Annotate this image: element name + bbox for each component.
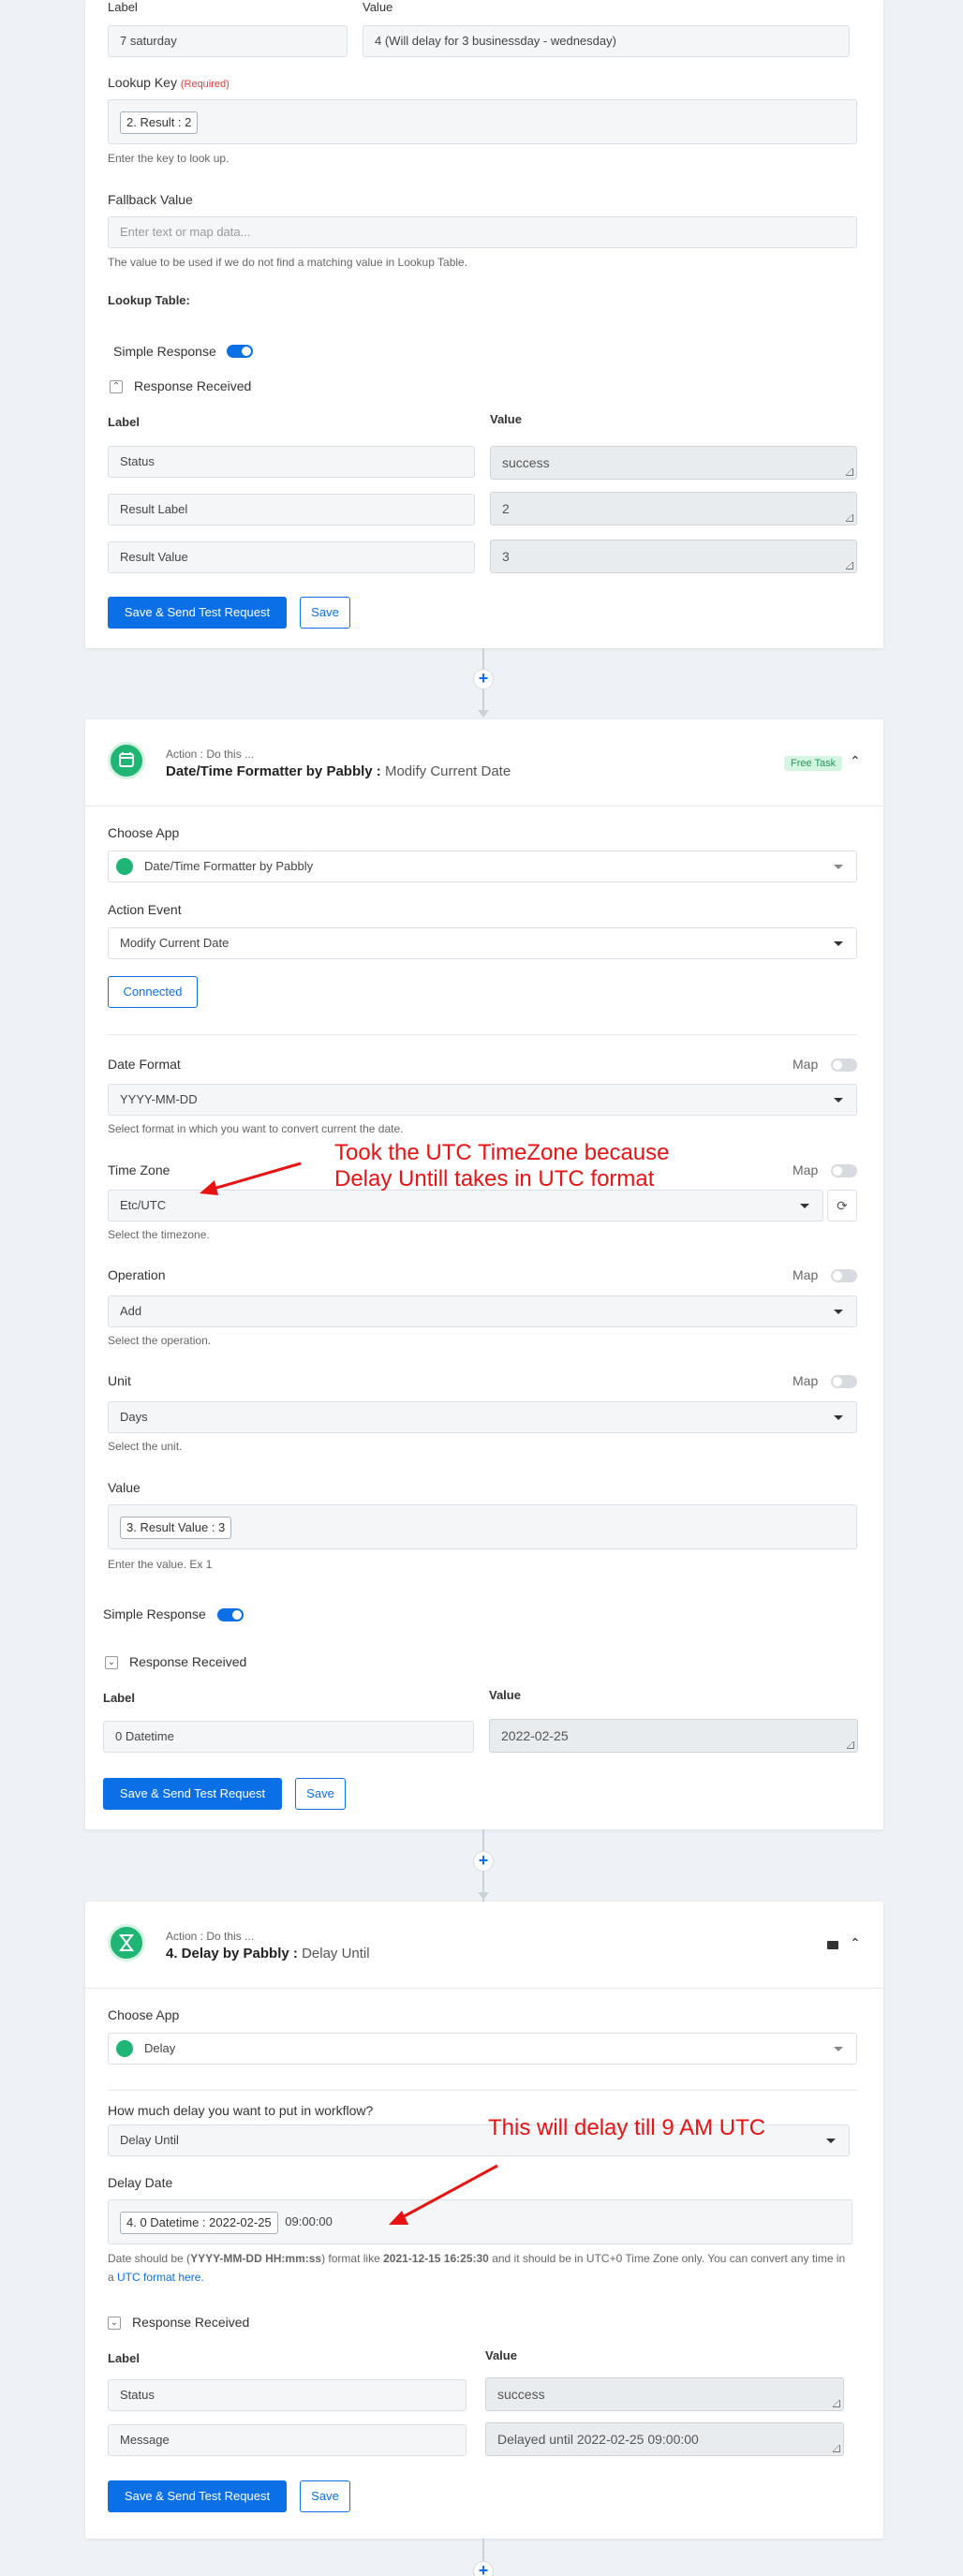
operation-help: Select the operation. <box>108 1334 212 1347</box>
expand-chevron-icon[interactable]: ⌄ <box>108 2317 121 2330</box>
simple-response-toggle[interactable] <box>227 345 253 358</box>
response-received-label[interactable]: Response Received <box>132 2315 249 2330</box>
lookup-card: Label Value 7 saturday 4 (Will delay for… <box>85 0 883 648</box>
delay-card: Action : Do this ... 4. Delay by Pabbly … <box>85 1902 883 2539</box>
resp-label-header: Label <box>108 2351 140 2365</box>
lookup-key-help: Enter the key to look up. <box>108 152 230 165</box>
label-header: Label <box>108 0 138 14</box>
resp-label-message[interactable]: Message <box>108 2424 467 2456</box>
response-received-label[interactable]: Response Received <box>129 1654 246 1669</box>
resp-label-status[interactable]: Status <box>108 2379 467 2411</box>
simple-response-label: Simple Response <box>103 1606 206 1621</box>
lookup-key-field[interactable]: 2. Result : 2 <box>108 99 857 144</box>
datetime-formatter-card: Action : Do this ... Date/Time Formatter… <box>85 719 883 1829</box>
resp-value-message[interactable]: Delayed until 2022-02-25 09:00:00 <box>485 2422 844 2456</box>
lookup-row-value-input[interactable]: 4 (Will delay for 3 businessday - wednes… <box>363 25 850 57</box>
save-button[interactable]: Save <box>295 1778 346 1810</box>
unit-map-label: Map <box>793 1373 819 1388</box>
resp-value-header: Value <box>489 1688 521 1702</box>
simple-response-label: Simple Response <box>113 344 216 359</box>
delay-annotation-arrow <box>389 2164 498 2225</box>
add-step-plus-icon[interactable]: + <box>473 669 494 689</box>
lookup-key-tag[interactable]: 2. Result : 2 <box>120 111 199 134</box>
save-send-test-button[interactable]: Save & Send Test Request <box>103 1778 282 1810</box>
unit-help: Select the unit. <box>108 1440 183 1453</box>
timezone-annotation-line1: Took the UTC TimeZone because <box>334 1140 670 1165</box>
expand-chevron-icon[interactable]: ⌄ <box>105 1656 118 1669</box>
resp-label-datetime[interactable]: 0 Datetime <box>103 1721 474 1753</box>
resp-label-status[interactable]: Status <box>108 446 475 478</box>
unit-select[interactable]: Days <box>108 1401 857 1433</box>
lookup-row-label-input[interactable]: 7 saturday <box>108 25 348 57</box>
resp-label-result-value[interactable]: Result Value <box>108 541 475 573</box>
operation-value: Add <box>120 1304 142 1318</box>
resp-value-header: Value <box>485 2348 517 2362</box>
value-field[interactable]: 3. Result Value : 3 <box>108 1504 857 1549</box>
required-mark: (Required) <box>180 79 230 90</box>
resp-value-result-value[interactable]: 3 <box>490 540 857 573</box>
timezone-annotation-arrow <box>200 1162 302 1195</box>
connector-arrow-icon <box>478 710 489 718</box>
unit-label: Unit <box>108 1373 131 1388</box>
timezone-annotation-line2: Delay Untill takes in UTC format <box>334 1166 655 1192</box>
connector-arrow-icon <box>478 1892 489 1900</box>
add-step-plus-icon[interactable]: + <box>473 2561 494 2576</box>
resp-value-status[interactable]: success <box>490 446 857 480</box>
lookup-key-label: Lookup Key (Required) <box>108 75 230 90</box>
unit-map-toggle[interactable] <box>831 1375 857 1388</box>
resp-value-result-label[interactable]: 2 <box>490 492 857 526</box>
resp-value-header: Value <box>490 412 522 426</box>
resp-label-header: Label <box>103 1691 135 1705</box>
save-button[interactable]: Save <box>300 2480 350 2512</box>
fallback-label: Fallback Value <box>108 192 193 207</box>
lookup-table-label: Lookup Table: <box>108 293 190 307</box>
value-tag[interactable]: 3. Result Value : 3 <box>120 1516 232 1539</box>
collapse-chevron-icon[interactable]: ⌃ <box>110 380 123 393</box>
dropdown-caret-icon <box>834 1310 843 1314</box>
resp-label-header: Label <box>108 415 140 429</box>
fallback-help: The value to be used if we do not find a… <box>108 256 468 269</box>
response-received-label[interactable]: Response Received <box>134 378 251 393</box>
simple-response-toggle[interactable] <box>217 1608 244 1621</box>
fallback-input[interactable]: Enter text or map data... <box>108 216 857 248</box>
resp-label-result-label[interactable]: Result Label <box>108 494 475 526</box>
add-step-plus-icon[interactable]: + <box>473 1851 494 1872</box>
lookup-key-text: Lookup Key <box>108 75 177 90</box>
save-button[interactable]: Save <box>300 597 350 629</box>
operation-select[interactable]: Add <box>108 1295 857 1327</box>
unit-value: Days <box>120 1410 148 1424</box>
value-header: Value <box>363 0 393 14</box>
value-label: Value <box>108 1480 141 1495</box>
dropdown-caret-icon <box>834 1415 843 1420</box>
resp-value-status[interactable]: success <box>485 2377 844 2411</box>
save-send-test-button[interactable]: Save & Send Test Request <box>108 2480 287 2512</box>
resp-value-datetime[interactable]: 2022-02-25 <box>489 1719 858 1753</box>
save-send-test-button[interactable]: Save & Send Test Request <box>108 597 287 629</box>
value-help: Enter the value. Ex 1 <box>108 1558 213 1571</box>
